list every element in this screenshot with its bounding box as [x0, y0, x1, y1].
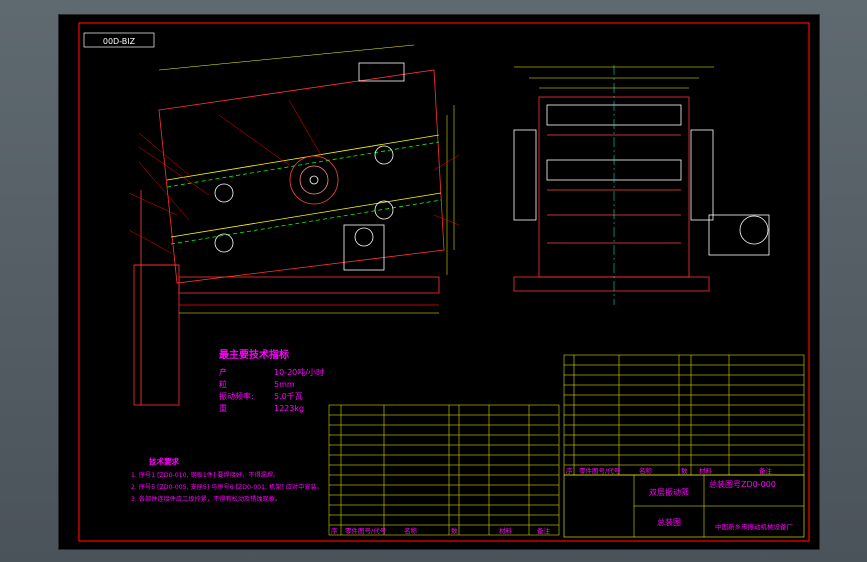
tech-note: 1. 序号1 [ZD0-010, 钢板1件] 要焊接好，不得漏焊。	[131, 471, 279, 479]
svg-text:零件图号/代号: 零件图号/代号	[345, 526, 387, 535]
spec-value: 1223kg	[274, 404, 304, 413]
drawing-number: 总装图号ZD0-000	[709, 479, 776, 489]
side-elevation-view	[128, 44, 460, 406]
drawing-svg: 00D-BIZ 最主要技术指标 产 10-20吨/小时 粒 5mm 振动频率: …	[78, 22, 810, 542]
front-view	[513, 65, 770, 305]
svg-text:名称: 名称	[639, 466, 653, 475]
assembly-label: 总装图	[657, 517, 681, 527]
tech-note: 2. 序号5 [ZD0-005, 支座5] 与序号6 [ZD0-001, 机架]…	[131, 483, 323, 491]
svg-text:材料: 材料	[499, 526, 513, 535]
drawing-code: 00D-BIZ	[103, 37, 136, 46]
spec-label: 粒	[219, 379, 227, 389]
svg-text:序: 序	[566, 466, 573, 475]
spec-label: 重	[219, 403, 227, 413]
technical-notes: 技术要求 1. 序号1 [ZD0-010, 钢板1件] 要焊接好，不得漏焊。 2…	[131, 456, 323, 503]
parts-list-header: 序 零件图号/代号 名称 数 材料 备注	[331, 526, 551, 535]
company-name: 中国新乡市振动机械设备厂	[715, 522, 794, 531]
tech-note: 3. 各部件连接件应二级拧紧，不得有松动及锈蚀现象。	[131, 495, 281, 503]
parts-list-left	[328, 404, 560, 536]
title-block: 双层振动筛 总装图号ZD0-000 总装图 中国新乡市振动机械设备厂	[563, 474, 805, 538]
svg-text:序: 序	[331, 526, 338, 535]
spec-block: 最主要技术指标 产 10-20吨/小时 粒 5mm 振动频率: 5.0千瓦 重 …	[219, 348, 324, 413]
parts-list-right	[563, 354, 805, 476]
parts-list-right-header: 序 零件图号/代号 名称 数 材料 备注	[566, 466, 773, 475]
spec-label: 产	[219, 367, 227, 377]
svg-text:数: 数	[451, 526, 458, 535]
spec-value: 5.0千瓦	[274, 391, 303, 401]
spec-label: 振动频率:	[219, 391, 254, 401]
drawing-sheet: 00D-BIZ 最主要技术指标 产 10-20吨/小时 粒 5mm 振动频率: …	[58, 14, 820, 550]
svg-text:零件图号/代号: 零件图号/代号	[579, 466, 621, 475]
drawing-frame	[78, 22, 810, 542]
tech-title: 技术要求	[149, 456, 179, 466]
svg-text:材料: 材料	[699, 466, 713, 475]
svg-text:备注: 备注	[537, 526, 551, 535]
svg-text:数: 数	[681, 466, 688, 475]
spec-value: 5mm	[274, 380, 295, 389]
product-name: 双层振动筛	[649, 487, 689, 497]
svg-text:名称: 名称	[404, 526, 418, 535]
spec-title: 最主要技术指标	[219, 348, 289, 361]
svg-text:备注: 备注	[759, 466, 773, 475]
spec-value: 10-20吨/小时	[274, 367, 324, 377]
